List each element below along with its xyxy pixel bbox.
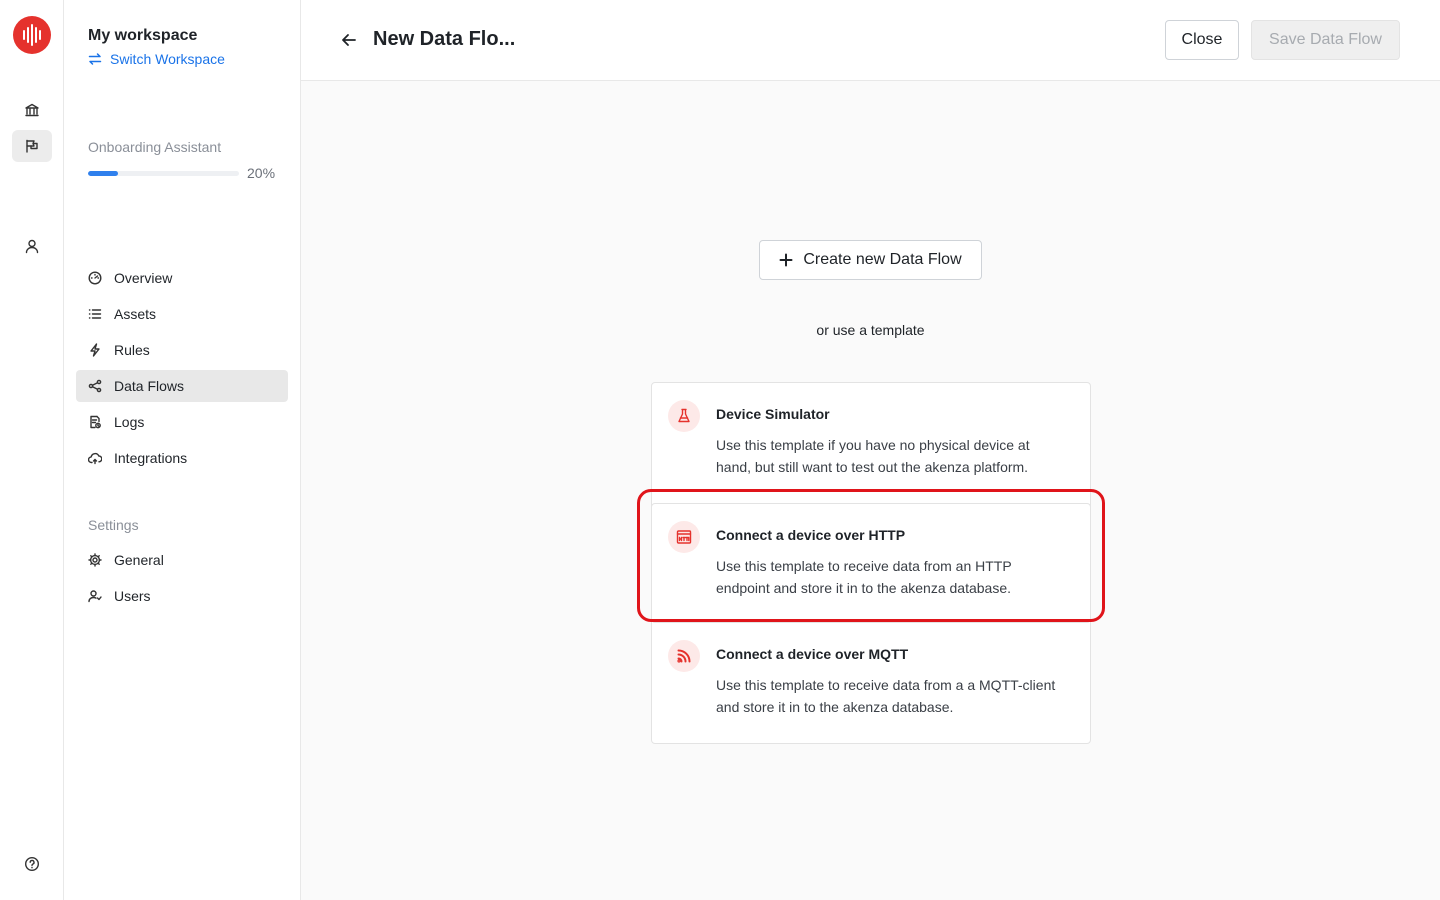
plus-icon <box>779 253 793 267</box>
help-icon <box>24 856 40 872</box>
template-list: Device Simulator Use this template if yo… <box>651 382 1091 744</box>
nav-item-data-flows[interactable]: Data Flows <box>76 370 288 402</box>
switch-workspace-label: Switch Workspace <box>110 51 225 67</box>
nav-item-overview[interactable]: Overview <box>76 262 288 294</box>
settings-nav: General Users <box>76 544 288 616</box>
gear-icon <box>88 553 102 567</box>
save-data-flow-button[interactable]: Save Data Flow <box>1251 20 1400 60</box>
nav-item-label: Logs <box>114 414 145 430</box>
log-file-icon <box>90 415 101 429</box>
icon-rail <box>0 0 64 900</box>
nav-item-integrations[interactable]: Integrations <box>76 442 288 474</box>
onboarding-progress-fill <box>88 171 119 176</box>
rail-onboarding-button[interactable] <box>12 130 52 162</box>
nav-item-logs[interactable]: Logs <box>76 406 288 438</box>
onboarding-progress-text: 20% <box>247 165 276 181</box>
create-data-flow-button[interactable]: Create new Data Flow <box>759 240 982 280</box>
nav-item-label: Rules <box>114 342 150 358</box>
template-description: Use this template if you have no physica… <box>716 437 1030 475</box>
template-description: Use this template to receive data from a… <box>716 677 1056 715</box>
swap-icon <box>88 53 102 65</box>
nav-item-label: General <box>114 552 164 568</box>
close-button[interactable]: Close <box>1165 20 1239 60</box>
rss-icon <box>668 640 700 672</box>
page-header: New Data Flo... Close Save Data Flow <box>301 0 1440 81</box>
flag-icon <box>26 139 38 153</box>
users-icon <box>88 590 102 603</box>
main-content: Create new Data Flow or use a template D… <box>301 81 1440 900</box>
template-title: Connect a device over HTTP <box>716 527 906 543</box>
nav-item-label: Overview <box>114 270 173 286</box>
cloud-icon <box>88 452 102 465</box>
nav-item-label: Data Flows <box>114 378 185 394</box>
back-button[interactable] <box>337 28 361 52</box>
nav-item-label: Users <box>114 588 151 604</box>
onboarding-progress-bar <box>88 171 239 176</box>
sidebar: My workspace Switch Workspace Onboarding… <box>64 0 301 900</box>
dashboard-icon <box>88 271 102 285</box>
template-divider-text: or use a template <box>816 322 925 338</box>
template-card-http[interactable]: Connect a device over HTTP Use this temp… <box>651 503 1091 623</box>
main-nav: Overview Assets Rules Data Flows Logs In… <box>76 262 288 478</box>
settings-section-label: Settings <box>88 517 139 533</box>
lightning-icon <box>90 343 100 357</box>
flask-icon <box>668 400 700 432</box>
workspace-name: My workspace <box>88 27 198 44</box>
nav-item-general[interactable]: General <box>76 544 288 576</box>
rail-home-button[interactable] <box>12 94 52 126</box>
nav-item-assets[interactable]: Assets <box>76 298 288 330</box>
template-title: Connect a device over MQTT <box>716 646 909 662</box>
onboarding-label: Onboarding Assistant <box>88 139 222 155</box>
bank-icon <box>25 103 39 117</box>
rail-profile-button[interactable] <box>12 230 52 262</box>
nav-item-label: Assets <box>114 306 157 322</box>
page-title: New Data Flo... <box>373 28 516 50</box>
template-card-device-simulator[interactable]: Device Simulator Use this template if yo… <box>652 383 1090 503</box>
share-icon <box>88 379 102 393</box>
nav-item-label: Integrations <box>114 450 188 466</box>
list-icon <box>88 309 102 319</box>
http-icon <box>668 521 700 553</box>
rail-help-button[interactable] <box>12 848 52 880</box>
template-card-mqtt[interactable]: Connect a device over MQTT Use this temp… <box>652 623 1090 743</box>
template-title: Device Simulator <box>716 406 830 422</box>
arrow-left-icon <box>342 34 356 46</box>
nav-item-rules[interactable]: Rules <box>76 334 288 366</box>
akenza-logo[interactable] <box>13 16 51 54</box>
user-icon <box>25 239 39 254</box>
template-description: Use this template to receive data from a… <box>716 558 1012 596</box>
nav-item-users[interactable]: Users <box>76 580 288 612</box>
switch-workspace-link[interactable]: Switch Workspace <box>88 51 225 67</box>
create-data-flow-label: Create new Data Flow <box>803 251 962 268</box>
